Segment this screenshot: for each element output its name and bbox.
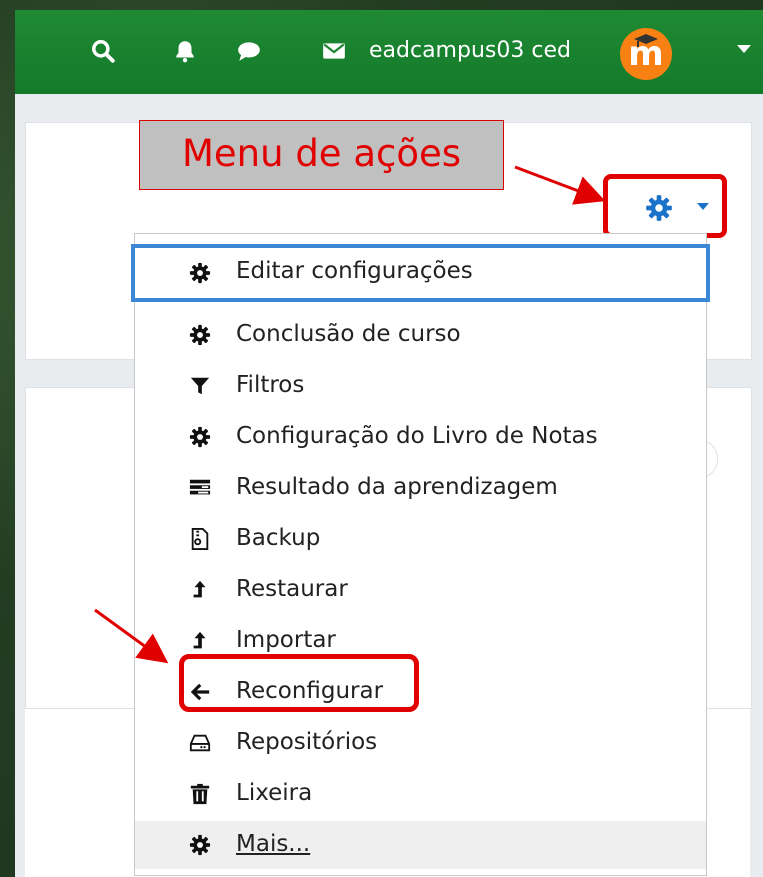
- menu-item-filtros[interactable]: Filtros: [135, 362, 706, 410]
- menu-item-editar-configuracoes[interactable]: Editar configurações: [131, 244, 710, 302]
- annotation-label: Menu de ações: [181, 132, 462, 175]
- bell-icon[interactable]: [172, 38, 198, 64]
- menu-item-label: Resultado da aprendizagem: [236, 474, 558, 500]
- chevron-down-icon[interactable]: [737, 45, 751, 53]
- actions-menu-button[interactable]: [603, 174, 727, 238]
- gear-icon: [189, 834, 211, 856]
- trash-icon: [190, 783, 210, 805]
- actions-dropdown-menu: Editar configurações Conclusão de curso …: [131, 233, 710, 876]
- menu-item-label: Importar: [236, 627, 336, 653]
- gear-icon: [189, 262, 211, 284]
- level-up-icon: [193, 631, 206, 649]
- level-up-icon: [193, 580, 206, 598]
- search-icon[interactable]: [90, 38, 116, 64]
- chat-bubble-icon[interactable]: [236, 38, 262, 64]
- list-icon: [189, 479, 211, 495]
- menu-item-backup[interactable]: Backup: [135, 515, 706, 563]
- menu-item-label: Filtros: [236, 372, 305, 398]
- menu-item-label: Conclusão de curso: [236, 321, 461, 347]
- avatar[interactable]: m: [620, 28, 672, 80]
- chevron-down-icon: [697, 203, 709, 210]
- menu-item-label: Repositórios: [236, 729, 378, 755]
- filter-icon: [190, 377, 210, 395]
- gear-icon: [646, 195, 672, 221]
- menu-item-label: Configuração do Livro de Notas: [236, 423, 598, 449]
- reconfigurar-highlight: [179, 654, 419, 712]
- menu-item-label: Lixeira: [236, 780, 313, 806]
- menu-item-label: Backup: [236, 525, 321, 551]
- menu-item-repositorios[interactable]: Repositórios: [135, 719, 706, 767]
- menu-item-label: Mais...: [236, 831, 311, 857]
- gear-icon: [189, 324, 211, 346]
- menu-item-label: Editar configurações: [236, 258, 473, 284]
- menu-item-configuracao-livro-notas[interactable]: Configuração do Livro de Notas: [135, 413, 706, 461]
- menu-item-label: Restaurar: [236, 576, 348, 602]
- moodle-page: eadcampus03 ced m Menu de ações Editar c…: [15, 10, 763, 877]
- envelope-icon[interactable]: [321, 38, 347, 64]
- top-navbar: eadcampus03 ced m: [15, 10, 763, 94]
- menu-item-resultado-aprendizagem[interactable]: Resultado da aprendizagem: [135, 464, 706, 512]
- hard-drive-icon: [189, 734, 211, 752]
- file-archive-icon: [191, 528, 209, 550]
- menu-item-mais[interactable]: Mais...: [135, 821, 706, 869]
- user-name[interactable]: eadcampus03 ced: [369, 38, 571, 64]
- menu-item-lixeira[interactable]: Lixeira: [135, 770, 706, 818]
- avatar-letter: m: [628, 34, 664, 74]
- menu-item-restaurar[interactable]: Restaurar: [135, 566, 706, 614]
- annotation-label-box: Menu de ações: [139, 120, 504, 190]
- menu-item-conclusao-de-curso[interactable]: Conclusão de curso: [135, 311, 706, 359]
- gear-icon: [189, 426, 211, 448]
